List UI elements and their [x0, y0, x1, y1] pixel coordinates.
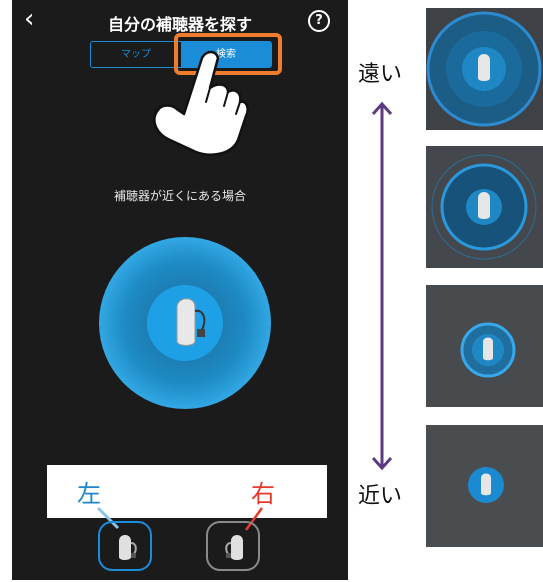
left-hearing-aid-button[interactable]: [98, 521, 152, 571]
hearing-aid-icon: [119, 535, 137, 560]
page-title: 自分の補聴器を探す: [107, 15, 252, 34]
hearing-aid-icon: [478, 54, 490, 81]
proximity-radar: [99, 237, 271, 409]
radar-thumb-mid-near: [426, 285, 543, 407]
hearing-aid-icon: [483, 337, 493, 361]
radar-thumb-far: [426, 8, 543, 130]
pointing-hand-icon: [153, 50, 249, 156]
far-label: 遠い: [358, 62, 403, 87]
phone-screen: ‹ 自分の補聴器を探す ? マップ 検索 補聴器が近くにある場合 左 右: [12, 0, 348, 580]
radar-thumb-mid-far: [426, 146, 543, 268]
help-icon[interactable]: ?: [308, 10, 330, 32]
right-ear-label: 右: [251, 480, 275, 508]
left-ear-label: 左: [77, 480, 101, 508]
hearing-aid-icon: [478, 192, 490, 219]
hearing-aid-icon: [481, 473, 491, 496]
proximity-subtitle: 補聴器が近くにある場合: [113, 189, 246, 203]
near-label: 近い: [358, 484, 403, 509]
radar-thumb-near: [426, 425, 543, 547]
right-hearing-aid-button[interactable]: [206, 521, 260, 571]
hearing-aid-icon: [225, 535, 243, 560]
distance-axis-arrow: [371, 101, 393, 471]
